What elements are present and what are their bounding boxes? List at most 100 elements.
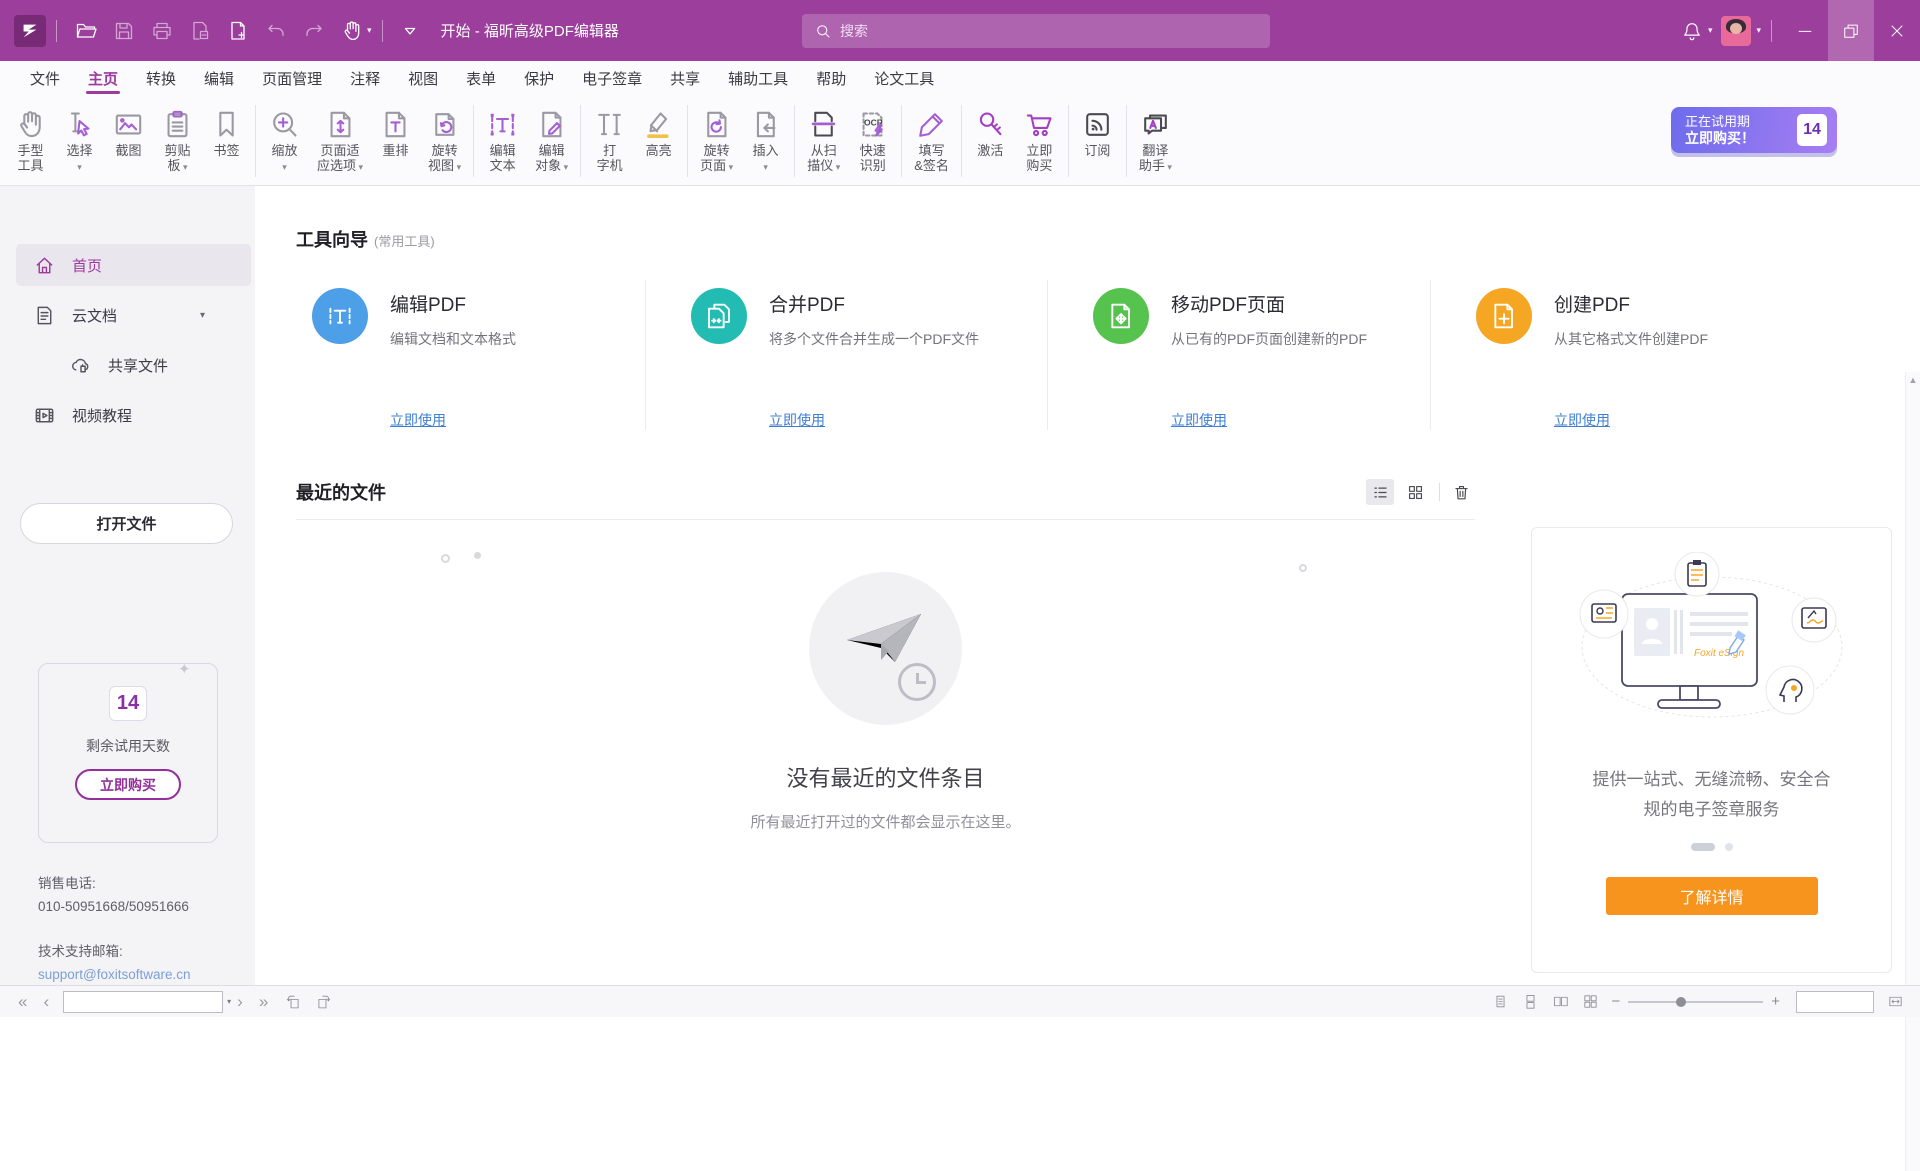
hand-tool-button[interactable]: 手型工具 [6,103,55,175]
select-button[interactable]: 选择▾ [55,103,104,177]
menubar: 文件主页转换编辑页面管理注释视图表单保护电子签章共享辅助工具帮助论文工具 [0,61,1920,95]
close-button[interactable] [1874,0,1920,61]
scroll-up-arrow-icon[interactable]: ▲ [1906,375,1920,385]
hand-tool-icon[interactable] [333,12,371,50]
rotate-view-button[interactable]: 旋转视图 ▾ [420,103,469,177]
hand-tool-caret-icon[interactable]: ▾ [367,25,372,36]
edit-object-button[interactable]: 编辑对象 ▾ [527,103,576,177]
menu-表单[interactable]: 表单 [452,61,510,95]
menu-主页[interactable]: 主页 [74,61,132,95]
rotate-right-icon[interactable] [310,990,336,1014]
buy-now-button[interactable]: 立即购买 [1015,103,1064,175]
restore-button[interactable] [1828,0,1874,61]
sidebar-item-cloud-docs[interactable]: 云文档▾ [16,294,251,336]
minimize-button[interactable] [1782,0,1828,61]
expand-caret-icon[interactable]: ▾ [200,310,205,321]
titlebar-divider [1771,20,1772,42]
avatar-caret-icon[interactable]: ▾ [1756,25,1761,36]
zoom-slider[interactable] [1628,994,1763,1010]
continuous-view-icon[interactable] [1517,990,1543,1014]
recent-tools-divider [1439,483,1440,501]
search-box[interactable] [802,14,1270,48]
grid-view-icon[interactable] [1401,479,1429,505]
menu-视图[interactable]: 视图 [394,61,452,95]
sidebar-item-shared-files[interactable]: 共享文件 [52,344,251,386]
foxit-logo-icon[interactable] [14,15,46,47]
open-file-button[interactable]: 打开文件 [20,503,233,544]
move-pdf-pages-use-now-link[interactable]: 立即使用 [1171,410,1227,430]
fill-sign-button[interactable]: 填写&签名 [906,103,957,175]
edit-text-button[interactable]: 编辑文本 [478,103,527,175]
snapshot-button[interactable]: 截图 [104,103,153,160]
first-page-button[interactable]: « [10,993,35,1010]
last-page-button[interactable]: » [251,993,276,1010]
sidebar-item-video-tutorials[interactable]: 视频教程 [16,394,251,436]
zoom-in-button[interactable]: + [1763,993,1788,1010]
export-page-icon[interactable] [181,12,219,50]
menu-编辑[interactable]: 编辑 [190,61,248,95]
ribbon-toggle-icon[interactable] [393,12,427,50]
zoom-out-button[interactable]: − [1603,993,1628,1010]
rotate-left-icon[interactable] [280,990,306,1014]
redo-icon[interactable] [295,12,333,50]
subscribe-button[interactable]: 订阅 [1073,103,1122,160]
fit-width-icon[interactable] [1882,990,1908,1014]
carousel-dot[interactable] [1725,843,1733,851]
new-page-icon[interactable] [219,12,257,50]
menu-转换[interactable]: 转换 [132,61,190,95]
menu-辅助工具[interactable]: 辅助工具 [714,61,802,95]
delete-recent-icon[interactable] [1447,479,1475,505]
next-page-button[interactable]: › [229,993,251,1010]
print-icon[interactable] [143,12,181,50]
single-page-view-icon[interactable] [1487,990,1513,1014]
save-icon[interactable] [105,12,143,50]
search-input[interactable] [840,23,1270,39]
vertical-scrollbar[interactable]: ▲ [1905,372,1920,1171]
continuous-facing-view-icon[interactable] [1577,990,1603,1014]
rotate-pages-button[interactable]: 旋转页面 ▾ [692,103,741,177]
carousel-dot-active[interactable] [1691,843,1715,851]
undo-icon[interactable] [257,12,295,50]
menu-保护[interactable]: 保护 [510,61,568,95]
zoom-value-box[interactable] [1796,991,1874,1013]
from-scanner-button[interactable]: 从扫描仪 ▾ [799,103,848,177]
rotate-pages-icon [700,105,733,143]
menu-注释[interactable]: 注释 [336,61,394,95]
typewriter-button[interactable]: 打字机 [585,103,634,175]
open-folder-icon[interactable] [67,12,105,50]
facing-view-icon[interactable] [1547,990,1573,1014]
sidebar-item-home[interactable]: 首页 [16,244,251,286]
edit-pdf-use-now-link[interactable]: 立即使用 [390,410,446,430]
reflow-button[interactable]: 重排 [371,103,420,160]
bookmark-button[interactable]: 书签 [202,103,251,160]
bookmark-label: 书签 [213,143,239,158]
carousel-dots[interactable] [1691,843,1733,851]
menu-电子签章[interactable]: 电子签章 [568,61,656,95]
clipboard-button[interactable]: 剪贴板 ▾ [153,103,202,177]
user-avatar[interactable] [1712,0,1760,61]
page-number-input[interactable] [64,995,227,1009]
menu-共享[interactable]: 共享 [656,61,714,95]
menu-论文工具[interactable]: 论文工具 [860,61,948,95]
zoom-slider-thumb[interactable] [1676,997,1686,1007]
insert-button[interactable]: 插入▾ [741,103,790,177]
list-view-icon[interactable] [1366,479,1394,505]
notifications-bell-icon[interactable] [1672,0,1712,61]
menu-帮助[interactable]: 帮助 [802,61,860,95]
highlight-button[interactable]: 高亮 [634,103,683,160]
support-email-link[interactable]: support@foxitsoftware.cn [38,963,191,986]
trial-badge[interactable]: 正在试用期 立即购买！ 14 [1671,107,1837,153]
prev-page-button[interactable]: ‹ [35,993,57,1010]
zoom-button[interactable]: 缩放▾ [260,103,309,177]
page-number-box[interactable]: ▾ [63,991,223,1013]
menu-页面管理[interactable]: 页面管理 [248,61,336,95]
create-pdf-use-now-link[interactable]: 立即使用 [1554,410,1610,430]
quick-ocr-button[interactable]: OCR快速识别 [848,103,897,175]
page-fit-options-button[interactable]: 页面适应选项 ▾ [309,103,371,177]
activate-button[interactable]: 激活 [966,103,1015,160]
merge-pdf-use-now-link[interactable]: 立即使用 [769,410,825,430]
menu-文件[interactable]: 文件 [16,61,74,95]
translate-assistant-button[interactable]: 翻译助手 ▾ [1131,103,1180,177]
buy-now-button[interactable]: 立即购买 [75,769,181,800]
learn-more-button[interactable]: 了解详情 [1606,877,1818,915]
